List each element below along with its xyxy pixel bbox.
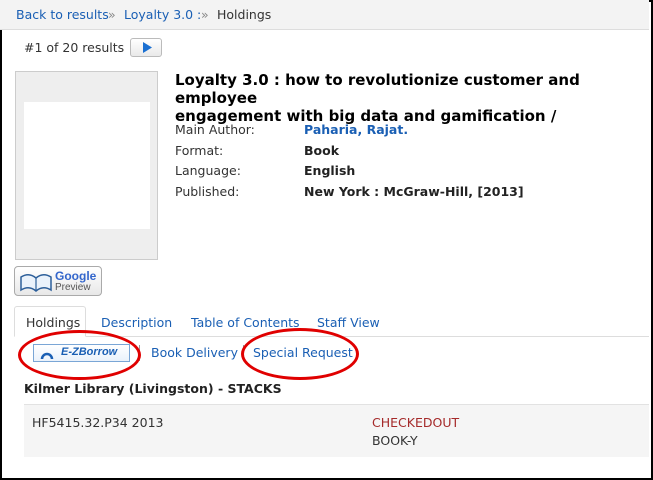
breadcrumb: Back to results » Loyalty 3.0 : » Holdin… — [0, 0, 649, 30]
google-label: Google — [55, 269, 97, 283]
book-cover-placeholder — [15, 71, 158, 260]
published-value: New York : McGraw-Hill, [2013] — [304, 184, 524, 199]
breadcrumb-separator: » — [201, 7, 209, 22]
result-counter: #1 of 20 results — [24, 40, 125, 55]
next-result-button[interactable] — [130, 38, 162, 57]
main-author-label: Main Author: — [175, 122, 255, 137]
breadcrumb-separator: » — [108, 7, 116, 22]
play-icon — [143, 42, 152, 53]
breadcrumb-record-link[interactable]: Loyalty 3.0 : — [124, 7, 201, 22]
language-value: English — [304, 163, 356, 178]
status-label: CHECKEDOUT — [372, 415, 460, 430]
google-preview-button[interactable]: Google Preview — [14, 266, 102, 296]
format-value: Book — [304, 143, 340, 158]
holding-item-row — [24, 404, 649, 457]
tab-staff-view[interactable]: Staff View — [317, 315, 380, 330]
open-book-icon — [20, 274, 52, 292]
language-label: Language: — [175, 163, 241, 178]
library-location: Kilmer Library (Livingston) - STACKS — [24, 381, 282, 396]
call-number: HF5415.32.P34 2013 — [32, 415, 164, 430]
book-delivery-link[interactable]: Book Delivery — [151, 345, 238, 360]
breadcrumb-current: Holdings — [217, 7, 272, 22]
published-label: Published: — [175, 184, 240, 199]
preview-label: Preview — [55, 282, 91, 293]
item-type: BOOK-Y — [372, 433, 418, 448]
main-author-link[interactable]: Paharia, Rajat. — [304, 122, 408, 137]
record-title: Loyalty 3.0 : how to revolutionize custo… — [175, 71, 580, 125]
format-label: Format: — [175, 143, 224, 158]
tab-table-of-contents[interactable]: Table of Contents — [191, 315, 300, 330]
tab-description[interactable]: Description — [101, 315, 172, 330]
back-to-results-link[interactable]: Back to results — [16, 7, 109, 22]
highlight-circle-ezborrow — [18, 330, 141, 380]
highlight-circle-special-request — [241, 328, 359, 380]
cover-image — [24, 102, 150, 229]
